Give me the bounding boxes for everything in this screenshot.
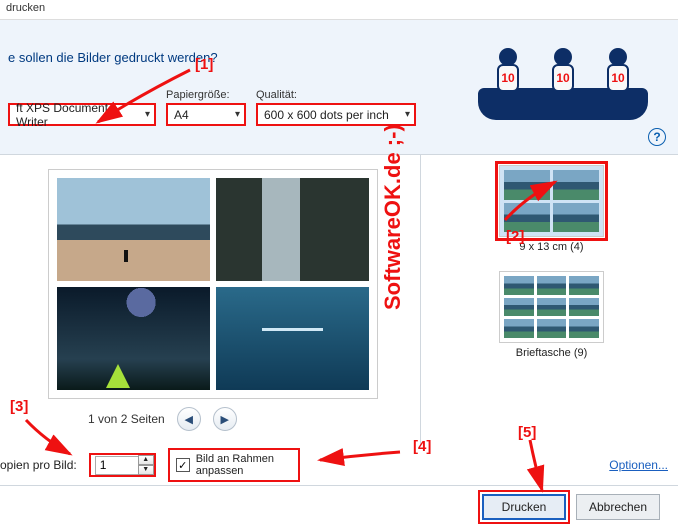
chevron-down-icon: ▾ [235, 109, 240, 120]
printer-group: ft XPS Document Writer ▾ [8, 103, 156, 126]
printer-select-value: ft XPS Document Writer [16, 101, 139, 129]
next-page-button[interactable]: ▶ [213, 407, 237, 431]
fit-frame-box: ✓ Bild an Rahmen anpassen [168, 448, 300, 482]
layouts-pane: 9 x 13 cm (4) Brieftasche (9) [420, 155, 678, 445]
preview-thumb [216, 178, 369, 281]
layout-option-wallet[interactable]: Brieftasche (9) [433, 271, 670, 359]
preview-thumb [216, 287, 369, 390]
copies-box: ▲ ▼ [89, 453, 156, 477]
quality-value: 600 x 600 dots per inch [264, 108, 389, 122]
header-area: e sollen die Bilder gedruckt werden? ft … [0, 20, 678, 155]
layout-label: Brieftasche (9) [433, 347, 670, 359]
preview-thumb [57, 178, 210, 281]
fit-frame-checkbox[interactable]: ✓ [176, 458, 190, 472]
copies-input[interactable] [95, 456, 139, 475]
quality-label: Qualität: [256, 89, 416, 101]
options-link[interactable]: Optionen... [609, 458, 668, 472]
printer-select[interactable]: ft XPS Document Writer ▾ [8, 103, 156, 126]
copies-up-button[interactable]: ▲ [138, 455, 154, 465]
watermark: SoftwareOK.de ;-) [380, 124, 406, 310]
quality-select[interactable]: 600 x 600 dots per inch ▾ [256, 103, 416, 126]
bottom-row: opien pro Bild: ▲ ▼ ✓ Bild an Rahmen anp… [0, 445, 678, 485]
paper-size-select[interactable]: A4 ▾ [166, 103, 246, 126]
main-area: 1 von 2 Seiten ◀ ▶ 9 x 13 cm (4) Briefta… [0, 155, 678, 445]
preview-page [48, 169, 378, 399]
chevron-down-icon: ▾ [405, 109, 410, 120]
paper-size-label: Papiergröße: [166, 89, 246, 101]
judges-graphic: 10 10 10 [478, 50, 648, 120]
fit-frame-label: Bild an Rahmen anpassen [196, 453, 274, 477]
window-title: drucken [0, 0, 678, 20]
pager: 1 von 2 Seiten ◀ ▶ [88, 407, 414, 431]
layout-label: 9 x 13 cm (4) [433, 241, 670, 253]
paper-size-group: Papiergröße: A4 ▾ [166, 89, 246, 126]
judge-score: 10 [611, 71, 624, 85]
judge-score: 10 [501, 71, 514, 85]
paper-size-value: A4 [174, 108, 189, 122]
copies-down-button[interactable]: ▼ [138, 465, 154, 475]
chevron-down-icon: ▾ [145, 109, 150, 120]
pager-text: 1 von 2 Seiten [88, 412, 165, 426]
buttons-row: Drucken Abbrechen [0, 485, 678, 530]
preview-thumb [57, 287, 210, 390]
prev-page-button[interactable]: ◀ [177, 407, 201, 431]
cancel-button[interactable]: Abbrechen [576, 494, 660, 520]
quality-group: Qualität: 600 x 600 dots per inch ▾ [256, 89, 416, 126]
help-icon[interactable]: ? [648, 128, 666, 146]
copies-label: opien pro Bild: [0, 458, 77, 472]
judge-score: 10 [556, 71, 569, 85]
print-button[interactable]: Drucken [482, 494, 566, 520]
preview-pane: 1 von 2 Seiten ◀ ▶ [0, 155, 420, 445]
layout-option-9x13[interactable]: 9 x 13 cm (4) [433, 165, 670, 253]
